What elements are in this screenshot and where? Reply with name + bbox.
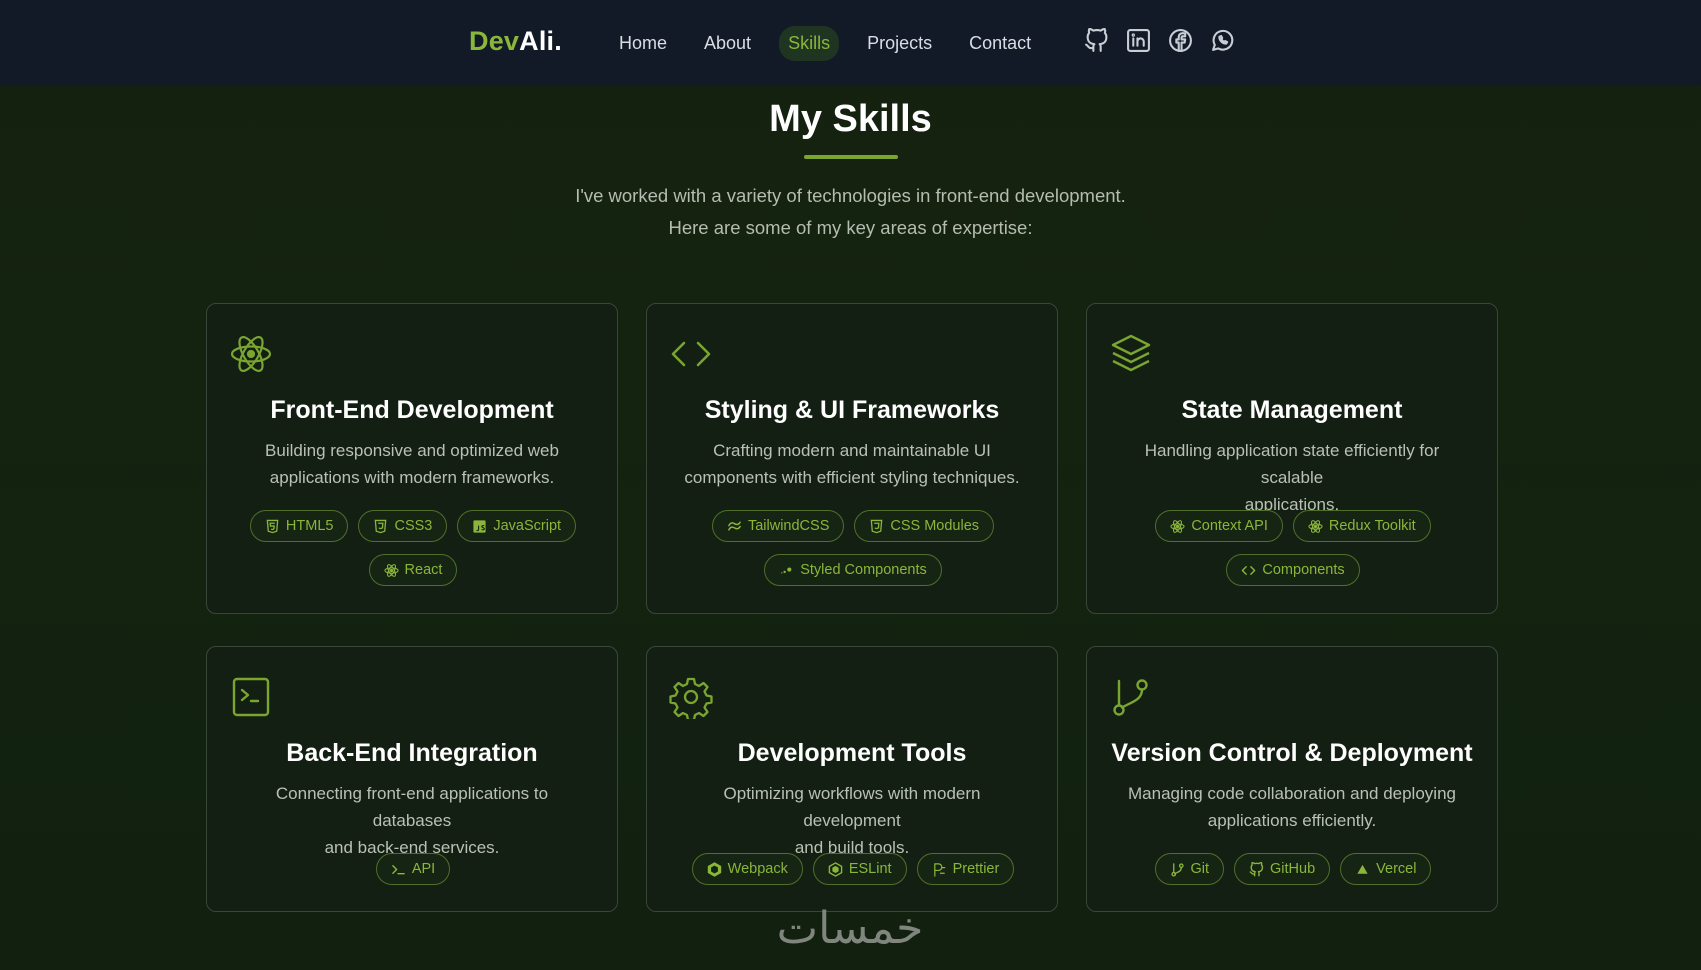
- card-title: Version Control & Deployment: [1111, 739, 1473, 767]
- card-description: Managing code collaboration and deployin…: [1128, 784, 1456, 830]
- code-icon: [1241, 563, 1256, 578]
- card-description: Building responsive and optimized web app…: [265, 441, 559, 487]
- card-description: Connecting front-end applications to dat…: [275, 784, 549, 857]
- linkedin-icon[interactable]: [1125, 27, 1151, 53]
- tag-git[interactable]: Git: [1154, 853, 1225, 885]
- nav-link-contact[interactable]: Contact: [960, 26, 1040, 61]
- title-underline: [804, 155, 898, 159]
- git-branch-icon: [1109, 675, 1153, 719]
- tag-webpack[interactable]: Webpack: [691, 853, 803, 885]
- card-description: Optimizing workflows with modern develop…: [723, 784, 981, 857]
- code-icon: [669, 332, 713, 376]
- html5-icon: [265, 519, 280, 534]
- webpack-icon: [707, 861, 722, 877]
- nav-links: Home About Skills Projects Contact: [610, 26, 1059, 61]
- tag-vercel[interactable]: Vercel: [1340, 853, 1432, 885]
- nav-link-home[interactable]: Home: [610, 26, 676, 61]
- react-icon: [1308, 519, 1323, 534]
- tag-redux-toolkit[interactable]: Redux Toolkit: [1292, 510, 1431, 542]
- card-title: Development Tools: [737, 739, 967, 767]
- card-title: Back-End Integration: [286, 739, 538, 767]
- tag-list: TailwindCSS CSS Modules Styled Component…: [667, 510, 1039, 598]
- social-links: [1083, 27, 1251, 53]
- tag-prettier[interactable]: Prettier: [916, 853, 1015, 885]
- tag-context-api[interactable]: Context API: [1155, 510, 1283, 542]
- git-icon: [1170, 862, 1185, 877]
- tag-list: Git GitHub Vercel: [1107, 853, 1479, 897]
- skill-card-frontend: Front-End Development Building responsiv…: [206, 303, 618, 614]
- card-title: State Management: [1181, 396, 1403, 424]
- react-icon: [383, 563, 399, 578]
- skill-card-styling: Styling & UI Frameworks Crafting modern …: [646, 303, 1058, 614]
- tag-list: HTML5 CSS3 JavaScript React: [227, 510, 599, 598]
- card-description: Crafting modern and maintainable UI compo…: [684, 441, 1020, 487]
- terminal-icon: [229, 675, 273, 719]
- facebook-icon[interactable]: [1167, 27, 1193, 53]
- tag-tailwindcss[interactable]: TailwindCSS: [711, 510, 845, 542]
- terminal-icon: [391, 862, 406, 877]
- nav-link-skills[interactable]: Skills: [779, 26, 840, 61]
- tag-styled-components[interactable]: Styled Components: [764, 554, 942, 586]
- logo-ali: Ali.: [519, 26, 562, 56]
- card-description: Handling application state efficiently f…: [1144, 441, 1440, 514]
- styled-components-icon: [779, 563, 794, 578]
- prettier-icon: [932, 862, 947, 877]
- skill-card-devtools: Development Tools Optimizing workflows w…: [646, 646, 1058, 912]
- logo-dev: Dev: [469, 26, 520, 56]
- subtitle-line-2: Here are some of my key areas of experti…: [668, 217, 1033, 238]
- github-icon[interactable]: [1083, 27, 1109, 53]
- tag-list: Context API Redux Toolkit Components: [1107, 510, 1479, 598]
- tag-html5[interactable]: HTML5: [249, 510, 349, 542]
- card-title: Front-End Development: [270, 396, 554, 424]
- skill-card-version-control: Version Control & Deployment Managing co…: [1086, 646, 1498, 912]
- card-title: Styling & UI Frameworks: [704, 396, 1000, 424]
- tag-eslint[interactable]: ESLint: [812, 853, 907, 885]
- tag-list: API: [227, 853, 599, 897]
- tag-react[interactable]: React: [368, 554, 458, 586]
- css3-icon: [869, 519, 884, 534]
- tag-components[interactable]: Components: [1226, 554, 1360, 586]
- page-title: My Skills: [769, 98, 932, 140]
- logo[interactable]: DevAli.: [469, 26, 562, 57]
- eslint-icon: [828, 861, 843, 877]
- tag-javascript[interactable]: JavaScript: [457, 510, 577, 542]
- javascript-icon: [472, 519, 487, 534]
- page-subtitle: I've worked with a variety of technologi…: [0, 180, 1701, 244]
- tag-list: Webpack ESLint Prettier: [667, 853, 1039, 897]
- layers-icon: [1109, 332, 1153, 376]
- watermark-logo: خمسات: [776, 903, 924, 954]
- vercel-icon: [1355, 862, 1370, 877]
- tag-css-modules[interactable]: CSS Modules: [854, 510, 995, 542]
- tag-github[interactable]: GitHub: [1234, 853, 1331, 885]
- nav-link-about[interactable]: About: [695, 26, 760, 61]
- react-icon: [1170, 519, 1185, 534]
- subtitle-line-1: I've worked with a variety of technologi…: [575, 185, 1126, 206]
- react-icon: [229, 332, 273, 376]
- whatsapp-icon[interactable]: [1209, 27, 1235, 53]
- gear-icon: [669, 675, 713, 722]
- skill-card-backend: Back-End Integration Connecting front-en…: [206, 646, 618, 912]
- navbar: DevAli. Home About Skills Projects Conta…: [0, 0, 1701, 86]
- tailwind-icon: [727, 519, 742, 534]
- nav-link-projects[interactable]: Projects: [858, 26, 941, 61]
- css3-icon: [373, 519, 388, 534]
- github-icon: [1249, 861, 1264, 877]
- tag-api[interactable]: API: [375, 853, 451, 885]
- skill-card-state: State Management Handling application st…: [1086, 303, 1498, 614]
- tag-css3[interactable]: CSS3: [358, 510, 448, 542]
